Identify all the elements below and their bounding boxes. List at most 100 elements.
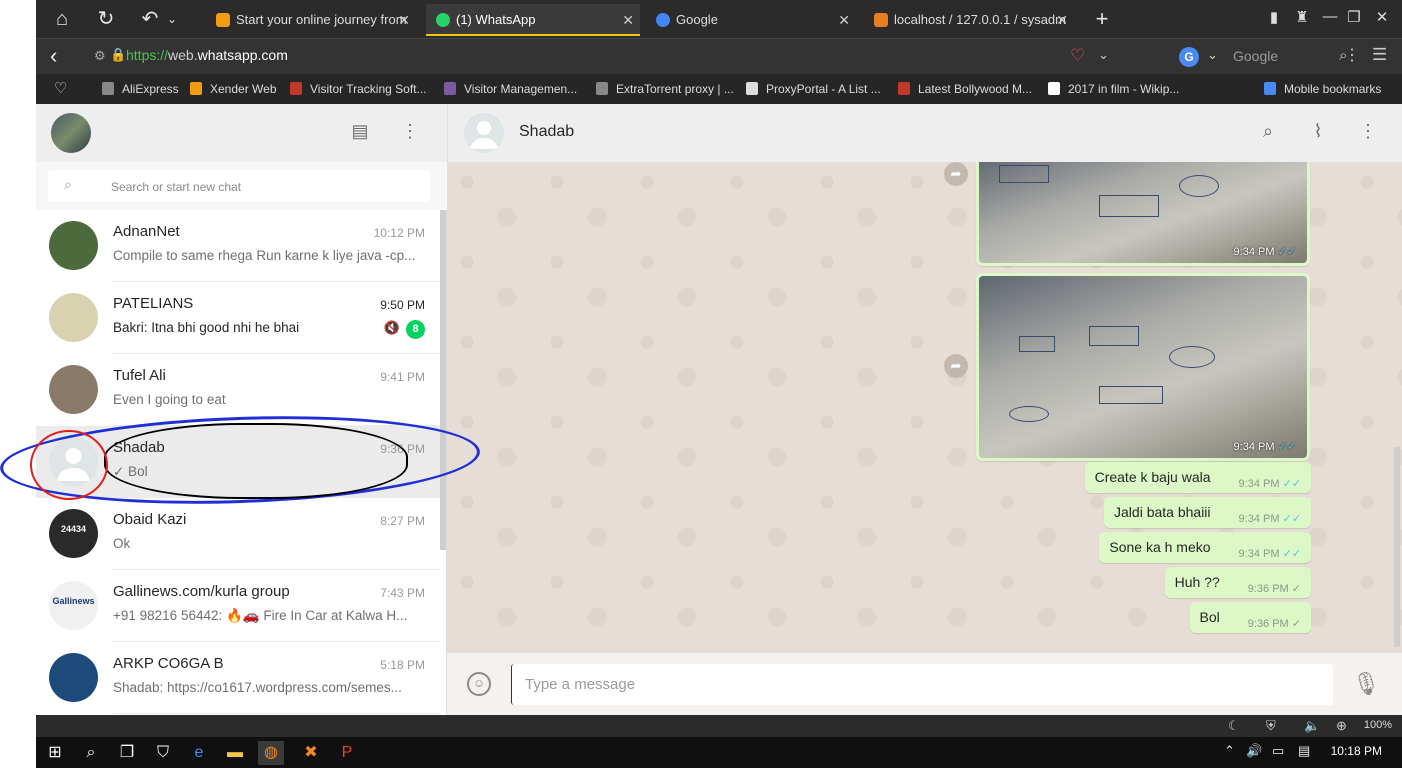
- shield-icon[interactable]: ⛨: [1266, 718, 1276, 734]
- xampp-icon[interactable]: ✖: [298, 741, 324, 765]
- tiles-icon[interactable]: ▮: [1262, 8, 1286, 26]
- new-chat-icon[interactable]: ▤: [348, 121, 372, 142]
- more-icon[interactable]: ⋮: [398, 121, 422, 142]
- bookmark-bollywood[interactable]: Latest Bollywood M...: [898, 82, 1032, 96]
- muted-icon: 🔇: [383, 320, 400, 335]
- task-view-icon[interactable]: ❐: [114, 741, 140, 765]
- chat-avatar[interactable]: 24434: [49, 509, 98, 558]
- browser-status-bar: ☾ ⛨ 🔈 ⊕ 100%: [36, 715, 1402, 737]
- chevron-down-icon[interactable]: ⌄: [1207, 47, 1218, 63]
- back-icon[interactable]: ‹: [50, 43, 57, 69]
- chevron-up-icon[interactable]: ⌃: [1224, 743, 1235, 759]
- chat-avatar[interactable]: [49, 365, 98, 414]
- chat-list-item[interactable]: AdnanNet 10:12 PM Compile to same rhega Ru…: [36, 210, 440, 282]
- favorites-heart-icon[interactable]: ♡: [54, 79, 67, 97]
- tab-localhost[interactable]: localhost / 127.0.0.1 / sysadm ✕: [864, 4, 1074, 36]
- volume-icon[interactable]: 🔈: [1304, 718, 1320, 734]
- bookmark-visitor-tracking[interactable]: Visitor Tracking Soft...: [290, 82, 427, 96]
- bookmark-aliexpress[interactable]: AliExpress: [102, 82, 179, 96]
- powerpoint-icon[interactable]: P: [334, 741, 360, 765]
- microphone-icon[interactable]: 🎙: [1352, 671, 1380, 697]
- zoom-icon[interactable]: ⊕: [1336, 718, 1347, 734]
- message-input[interactable]: Type a message: [511, 664, 1333, 705]
- google-icon[interactable]: G: [1179, 47, 1199, 67]
- chat-list-item[interactable]: Gallinews Gallinews.com/kurla group 7:43 P…: [36, 570, 440, 642]
- close-icon[interactable]: ✕: [838, 4, 850, 36]
- bookmark-wikipedia[interactable]: 2017 in film - Wikip...: [1048, 82, 1179, 96]
- image-message[interactable]: 9:34 PM ✓✓: [976, 273, 1310, 461]
- outgoing-message[interactable]: Huh ?? 9:36 PM ✓: [1164, 567, 1311, 598]
- close-icon[interactable]: ✕: [622, 4, 634, 34]
- contact-avatar[interactable]: [464, 113, 504, 153]
- speaker-icon[interactable]: 🔊: [1246, 743, 1262, 759]
- edge-icon[interactable]: e: [186, 741, 212, 765]
- diagram-box: [1019, 336, 1055, 352]
- chat-list-item[interactable]: Tufel Ali 9:41 PM Even I going to eat: [36, 354, 440, 426]
- chat-list-item[interactable]: Shadab 9:36 PM ✓ Bol: [36, 426, 440, 498]
- shirt-icon[interactable]: ♜: [1290, 8, 1314, 26]
- message-scrollbar[interactable]: [1394, 447, 1400, 647]
- search-icon[interactable]: ⌕: [1256, 121, 1280, 142]
- chat-avatar[interactable]: [49, 293, 98, 342]
- diagram-box: [999, 165, 1049, 183]
- store-icon[interactable]: ⛉: [150, 741, 176, 765]
- reload-icon[interactable]: ↻: [92, 6, 120, 32]
- tab-google[interactable]: Google ✕: [646, 4, 856, 36]
- conversation-header: Shadab ⌕ ⌇ ⋮: [447, 104, 1402, 162]
- more-icon[interactable]: ⋮: [1344, 45, 1360, 65]
- close-icon[interactable]: ✕: [1056, 4, 1068, 36]
- heart-icon[interactable]: ♡: [1070, 46, 1085, 66]
- night-mode-icon[interactable]: ☾: [1228, 718, 1240, 734]
- contact-name[interactable]: Shadab: [519, 123, 574, 141]
- outgoing-message[interactable]: Create k baju wala 9:34 PM ✓✓: [1084, 462, 1311, 493]
- image-message[interactable]: 9:34 PM ✓✓: [976, 162, 1310, 266]
- taskbar-clock[interactable]: 10:18 PM: [1331, 744, 1382, 758]
- notifications-icon[interactable]: ▤: [1298, 743, 1310, 759]
- network-icon[interactable]: ▭: [1272, 743, 1284, 759]
- close-icon[interactable]: ✕: [398, 4, 410, 36]
- bookmark-extratorrent[interactable]: ExtraTorrent proxy | ...: [596, 82, 734, 96]
- bookmark-visitor-management[interactable]: Visitor Managemen...: [444, 82, 577, 96]
- chat-list-item[interactable]: 24434 Obaid Kazi 8:27 PM Ok: [36, 498, 440, 570]
- bookmark-proxyportal[interactable]: ProxyPortal - A List ...: [746, 82, 881, 96]
- url-field[interactable]: https://web.whatsapp.com: [126, 47, 288, 63]
- search-engine-box[interactable]: G ⌄ Google ⌕: [1179, 45, 1359, 69]
- attach-icon[interactable]: ⌇: [1306, 121, 1330, 142]
- profile-avatar[interactable]: [51, 113, 91, 153]
- chat-search-input[interactable]: ⌕ Search or start new chat: [48, 170, 430, 202]
- bookmark-xender[interactable]: Xender Web: [190, 82, 277, 96]
- more-icon[interactable]: ⋮: [1356, 121, 1380, 142]
- forward-icon[interactable]: ➦: [944, 162, 968, 186]
- uc-browser-icon[interactable]: ◍: [258, 741, 284, 765]
- file-explorer-icon[interactable]: ▬: [222, 741, 248, 765]
- chat-list-item[interactable]: PATELIANS 9:50 PM Bakri: Itna bhi good nhi…: [36, 282, 440, 354]
- chat-avatar[interactable]: [49, 653, 98, 702]
- windows-start-icon[interactable]: ⊞: [42, 741, 68, 765]
- chat-avatar[interactable]: Gallinews: [49, 581, 98, 630]
- time-label: 9:36 PM: [1247, 583, 1289, 595]
- chat-list-item[interactable]: ARKP CO6GA B 5:18 PM Shadab: https://co161…: [36, 642, 440, 714]
- menu-icon[interactable]: ☰: [1372, 45, 1387, 65]
- chat-avatar[interactable]: [49, 437, 98, 486]
- home-icon[interactable]: ⌂: [48, 6, 76, 32]
- tab-whatsapp[interactable]: (1) WhatsApp ✕: [426, 4, 640, 36]
- chat-avatar[interactable]: [49, 221, 98, 270]
- new-tab-icon[interactable]: +: [1088, 6, 1116, 32]
- zoom-level[interactable]: 100%: [1364, 719, 1392, 731]
- close-window-icon[interactable]: ✕: [1370, 8, 1394, 26]
- read-ticks-icon: ✓✓: [1282, 513, 1301, 525]
- tab-start-journey[interactable]: Start your online journey from ✕: [206, 4, 416, 36]
- chevron-down-icon[interactable]: ⌄: [1098, 47, 1109, 63]
- photo-er-diagram[interactable]: [979, 276, 1307, 458]
- restore-icon[interactable]: ❐: [1342, 8, 1366, 26]
- outgoing-message[interactable]: Sone ka h meko 9:34 PM ✓✓: [1099, 532, 1311, 563]
- outgoing-message[interactable]: Bol 9:36 PM ✓: [1189, 602, 1311, 633]
- emoji-icon[interactable]: ☺: [467, 672, 491, 696]
- outgoing-message[interactable]: Jaldi bata bhaiii 9:34 PM ✓✓: [1104, 497, 1311, 528]
- forward-icon[interactable]: ➦: [944, 354, 968, 378]
- bookmark-mobile[interactable]: Mobile bookmarks: [1264, 82, 1381, 96]
- chevron-down-icon[interactable]: ⌄: [158, 6, 186, 32]
- minimize-icon[interactable]: —: [1318, 8, 1342, 25]
- chat-list-scrollbar[interactable]: [440, 210, 446, 550]
- search-icon[interactable]: ⌕: [78, 741, 104, 765]
